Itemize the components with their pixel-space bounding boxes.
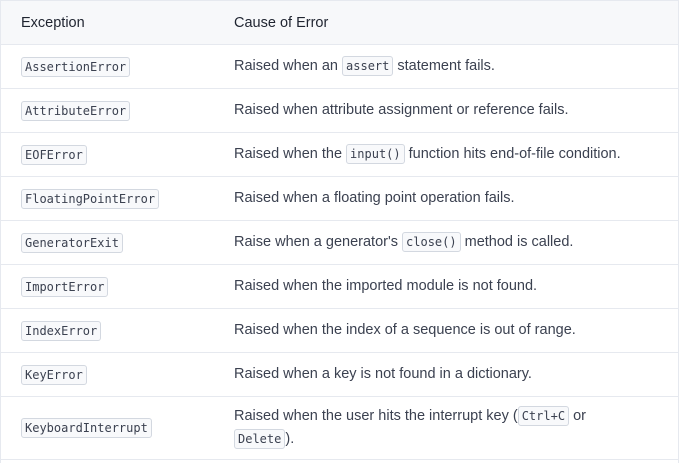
table-row: ImportError Raised when the imported modu… [1, 264, 678, 309]
inline-code: Ctrl+C [517, 406, 570, 426]
exceptions-table-container: Exception Cause of Error AssertionError R… [0, 0, 679, 463]
header-cause-of-error: Cause of Error [214, 1, 678, 45]
cause-cell: Raised when a key is not found in a dict… [214, 352, 678, 397]
cause-text: Raised when the user hits the interrupt … [234, 408, 518, 424]
cause-text: Raised when attribute assignment or refe… [234, 102, 569, 118]
table-row: GeneratorExit Raise when a generator's cl… [1, 220, 678, 265]
exception-cell: ImportError [1, 264, 214, 309]
exception-name: FloatingPointError [21, 188, 160, 209]
exception-cell: IndexError [1, 308, 214, 353]
cause-text: or [569, 408, 586, 424]
exception-cell: GeneratorExit [1, 220, 214, 265]
cause-cell: Raise when a generator's close() method … [214, 220, 678, 265]
exception-cell: EOFError [1, 132, 214, 177]
cause-text: Raised when the [234, 146, 347, 162]
exception-name: ImportError [21, 276, 109, 297]
cause-text: ). [285, 431, 295, 447]
inline-code: input() [346, 144, 405, 164]
cause-cell: Raised when the index of a sequence is o… [214, 308, 678, 353]
exception-cell: KeyError [1, 352, 214, 397]
cause-text: Raised when the index of a sequence is o… [234, 322, 576, 338]
table-row: IndexError Raised when the index of a seq… [1, 308, 678, 353]
cause-text: Raised when an [234, 58, 343, 74]
cause-cell: Raised when the input() function hits en… [214, 132, 678, 177]
cause-cell: Raised when a floating point operation f… [214, 176, 678, 221]
exception-name: AssertionError [21, 56, 131, 77]
cause-text: function hits end-of-file condition. [404, 146, 621, 162]
cause-cell: Raised when the user hits the interrupt … [214, 396, 678, 460]
table-header: Exception Cause of Error [1, 1, 678, 45]
inline-code: assert [342, 56, 394, 76]
exception-name: GeneratorExit [21, 232, 123, 253]
table-row: AttributeError Raised when attribute assi… [1, 88, 678, 133]
cause-text: method is called. [460, 234, 574, 250]
cause-text: statement fails. [393, 58, 495, 74]
header-exception: Exception [1, 1, 214, 45]
table-row: FloatingPointError Raised when a floating… [1, 176, 678, 221]
exception-name: AttributeError [21, 100, 131, 121]
table-row: KeyboardInterrupt Raised when the user hi… [1, 396, 678, 460]
table-row: KeyError Raised when a key is not found i… [1, 352, 678, 397]
exception-name: EOFError [21, 144, 87, 165]
exception-name: KeyError [21, 364, 87, 385]
inline-code: Delete [234, 429, 286, 449]
cause-cell: Raised when the imported module is not f… [214, 264, 678, 309]
table-row: EOFError Raised when the input() function… [1, 132, 678, 177]
exceptions-table: Exception Cause of Error AssertionError R… [1, 1, 678, 460]
table-row: AssertionError Raised when an assert stat… [1, 44, 678, 89]
table-body: AssertionError Raised when an assert stat… [1, 44, 678, 460]
header-row: Exception Cause of Error [1, 1, 678, 45]
cause-text: Raise when a generator's [234, 234, 403, 250]
exception-cell: KeyboardInterrupt [1, 396, 214, 460]
inline-code: close() [402, 232, 461, 252]
exception-name: KeyboardInterrupt [21, 418, 152, 438]
exception-cell: AssertionError [1, 44, 214, 89]
cause-text: Raised when the imported module is not f… [234, 278, 538, 294]
exception-name: IndexError [21, 320, 102, 341]
cause-text: Raised when a key is not found in a dict… [234, 366, 532, 382]
cause-cell: Raised when attribute assignment or refe… [214, 88, 678, 133]
cause-text: Raised when a floating point operation f… [234, 190, 515, 206]
exception-cell: AttributeError [1, 88, 214, 133]
exception-cell: FloatingPointError [1, 176, 214, 221]
cause-cell: Raised when an assert statement fails. [214, 44, 678, 89]
